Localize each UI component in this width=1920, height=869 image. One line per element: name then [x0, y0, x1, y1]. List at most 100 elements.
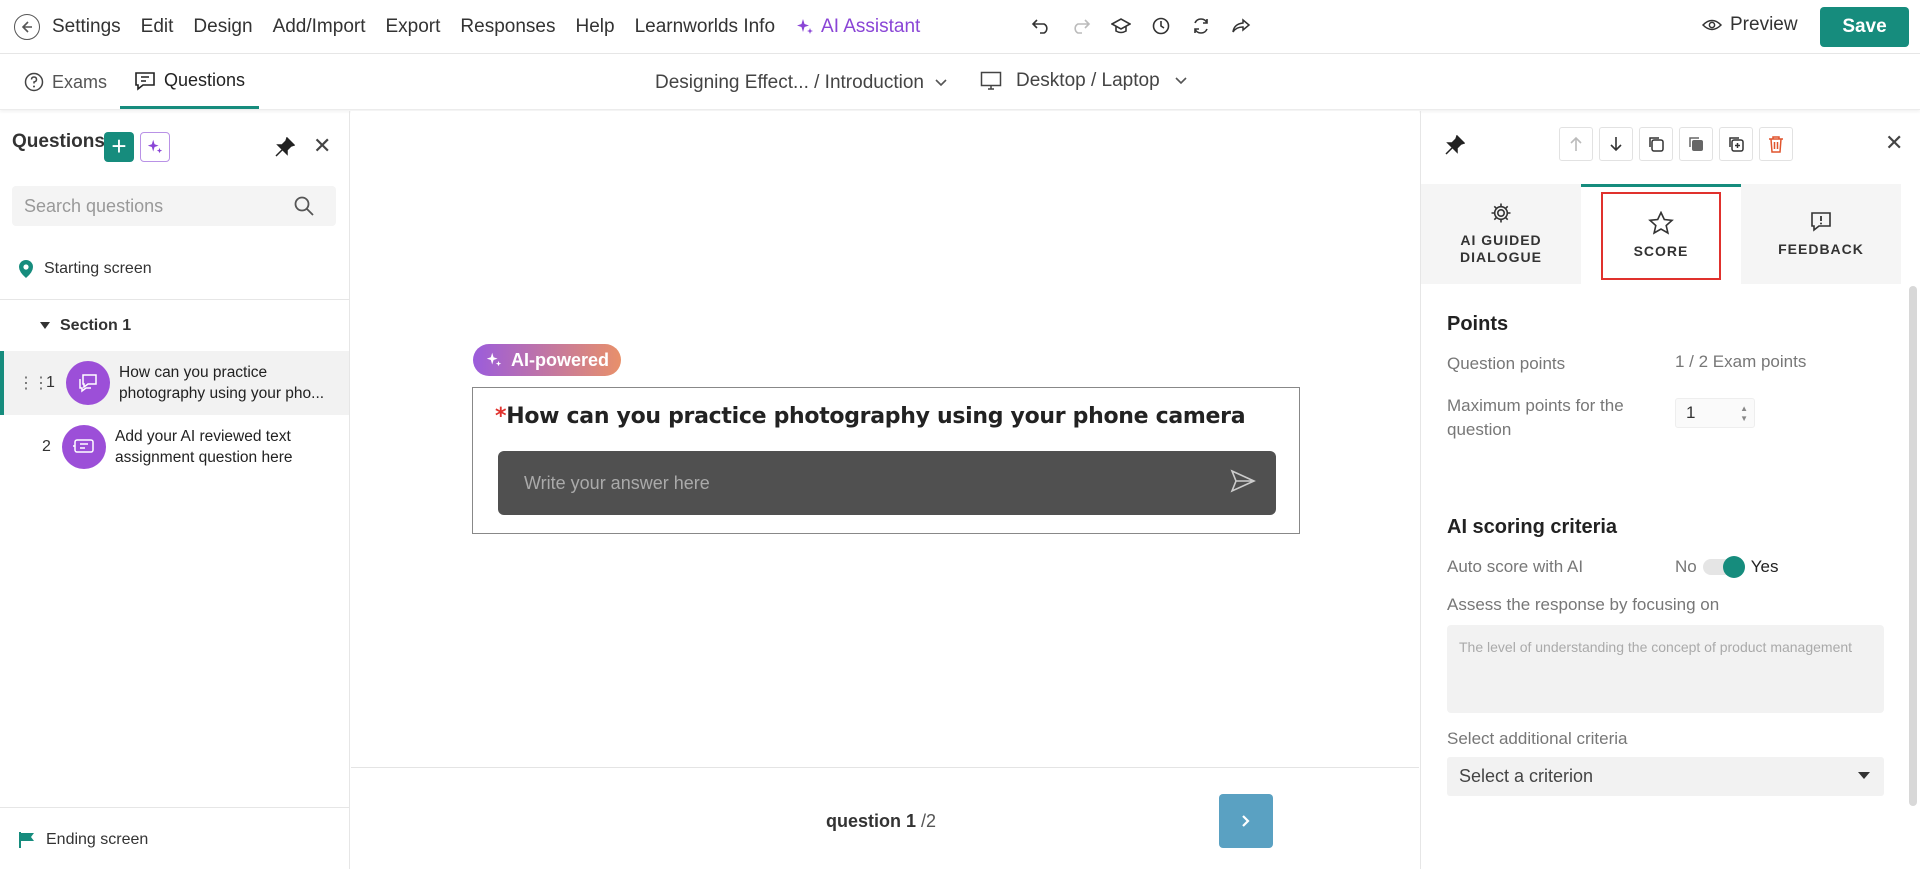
- copy-icon[interactable]: [1639, 127, 1673, 161]
- question-canvas: AI-powered *How can you practice photogr…: [351, 111, 1419, 869]
- question-points-value: 1 / 2 Exam points: [1675, 352, 1807, 371]
- menu-responses[interactable]: Responses: [460, 16, 555, 38]
- chevron-down-icon: [1175, 77, 1187, 85]
- move-up-icon[interactable]: [1559, 127, 1593, 161]
- save-button[interactable]: Save: [1820, 7, 1909, 47]
- pin-icon[interactable]: [1445, 134, 1466, 160]
- drag-handle-icon[interactable]: ⋮⋮: [18, 373, 49, 393]
- back-arrow-icon[interactable]: [14, 13, 40, 40]
- tab-questions[interactable]: Questions: [120, 55, 260, 109]
- starting-screen-item[interactable]: Starting screen: [18, 259, 152, 279]
- sub-navigation-bar: Exams Questions Designing Effect... / In…: [0, 55, 1920, 110]
- menu-export[interactable]: Export: [386, 16, 441, 38]
- question-number: 1: [46, 374, 55, 391]
- undo-icon[interactable]: [1030, 13, 1052, 39]
- assess-label: Assess the response by focusing on: [1447, 595, 1720, 614]
- trash-icon[interactable]: [1759, 127, 1793, 161]
- question-settings-panel: ✕ AI GUIDED DIALOGUE SCORE FEEDBACK Poin…: [1420, 111, 1920, 869]
- max-points-value: 1: [1686, 403, 1696, 422]
- ai-generate-button[interactable]: [140, 132, 170, 162]
- gear-icon: [1491, 203, 1511, 223]
- question-circle-icon: [24, 72, 44, 92]
- add-question-button[interactable]: +: [104, 132, 134, 162]
- auto-score-toggle[interactable]: [1702, 556, 1745, 578]
- search-input[interactable]: [24, 195, 294, 217]
- tab-feedback-label: FEEDBACK: [1778, 240, 1864, 257]
- tab-ai-guided-dialogue[interactable]: AI GUIDED DIALOGUE: [1421, 184, 1581, 284]
- max-points-row: Maximum points for the question 1 ▲ ▼: [1447, 394, 1887, 442]
- tab-feedback[interactable]: FEEDBACK: [1741, 184, 1901, 284]
- menu-help[interactable]: Help: [575, 16, 614, 38]
- graduation-cap-icon[interactable]: [1110, 13, 1132, 39]
- toggle-yes-label: Yes: [1750, 557, 1779, 576]
- question-card[interactable]: *How can you practice photography using …: [472, 387, 1300, 534]
- max-points-label: Maximum points for the question: [1447, 396, 1624, 439]
- question-number: 2: [42, 438, 51, 455]
- ai-powered-badge: AI-powered: [473, 344, 622, 376]
- clock-icon[interactable]: [1150, 13, 1172, 39]
- question-title: Add your AI reviewed text assignment que…: [115, 428, 293, 466]
- tab-questions-label: Questions: [164, 70, 246, 90]
- menu-design[interactable]: Design: [193, 16, 252, 38]
- ai-scoring-heading: AI scoring criteria: [1447, 516, 1618, 538]
- panel-title: Questions: [12, 131, 105, 152]
- location-pin-icon: [19, 260, 33, 278]
- send-icon[interactable]: [1230, 469, 1256, 493]
- menu-add-import[interactable]: Add/Import: [273, 16, 366, 38]
- starting-screen-label: Starting screen: [44, 260, 152, 277]
- scrollbar[interactable]: [1909, 286, 1917, 806]
- pin-icon[interactable]: [275, 136, 296, 162]
- settings-tabs: AI GUIDED DIALOGUE SCORE FEEDBACK: [1421, 184, 1901, 284]
- tab-exams[interactable]: Exams: [24, 55, 107, 109]
- list-item[interactable]: ⋮⋮ 1 How can you practice photography us…: [0, 351, 349, 415]
- menu-settings[interactable]: Settings: [52, 16, 121, 38]
- search-icon[interactable]: [294, 196, 314, 216]
- criterion-select[interactable]: Select a criterion: [1447, 757, 1884, 796]
- move-down-icon[interactable]: [1599, 127, 1633, 161]
- star-icon: [1648, 211, 1674, 235]
- refresh-icon[interactable]: [1190, 13, 1212, 39]
- tab-score[interactable]: SCORE: [1581, 184, 1741, 284]
- additional-criteria-label: Select additional criteria: [1447, 729, 1628, 748]
- sparkle-icon: [147, 139, 163, 154]
- breadcrumb-dropdown[interactable]: Designing Effect... / Introduction: [655, 72, 948, 94]
- add-copy-icon[interactable]: [1719, 127, 1753, 161]
- assess-criteria-textarea[interactable]: The level of understanding the concept o…: [1447, 625, 1884, 713]
- answer-input[interactable]: [524, 472, 1214, 494]
- duplicate-icon[interactable]: [1679, 127, 1713, 161]
- close-icon[interactable]: ✕: [313, 135, 331, 157]
- tab-ai-guided-dialogue-label: AI GUIDED DIALOGUE: [1460, 232, 1542, 265]
- list-item[interactable]: 2 Add your AI reviewed text assignment q…: [0, 415, 349, 479]
- ending-screen-item[interactable]: Ending screen: [0, 807, 349, 869]
- criterion-select-value: Select a criterion: [1459, 766, 1594, 786]
- ai-powered-label: AI-powered: [511, 349, 610, 370]
- preview-button[interactable]: Preview: [1702, 14, 1798, 36]
- text-assignment-question-icon: [62, 425, 106, 469]
- assess-row: Assess the response by focusing on: [1447, 595, 1887, 615]
- search-box: [12, 186, 336, 226]
- spinner-arrows-icon[interactable]: ▲ ▼: [1740, 404, 1748, 424]
- toggle-knob: [1722, 556, 1745, 578]
- question-points-row: Question points 1 / 2 Exam points: [1447, 352, 1887, 376]
- redo-icon[interactable]: [1070, 13, 1092, 39]
- points-heading: Points: [1447, 313, 1509, 335]
- score-tab-highlight: SCORE: [1601, 191, 1721, 280]
- required-mark: *: [495, 404, 507, 429]
- divider: [0, 299, 350, 300]
- main-menu: Settings Edit Design Add/Import Export R…: [52, 16, 940, 38]
- device-dropdown[interactable]: Desktop / Laptop: [980, 70, 1188, 92]
- menu-ai-assistant[interactable]: AI Assistant: [795, 16, 920, 38]
- max-points-stepper[interactable]: 1 ▲ ▼: [1675, 398, 1755, 428]
- section-header[interactable]: Section 1: [40, 317, 131, 335]
- questions-panel: Questions + ✕ Starting screen Section 1 …: [0, 111, 350, 869]
- close-icon[interactable]: ✕: [1885, 132, 1903, 154]
- preview-label: Preview: [1730, 14, 1798, 35]
- tab-score-label: SCORE: [1633, 243, 1689, 259]
- auto-score-label: Auto score with AI: [1447, 557, 1584, 576]
- next-question-button[interactable]: [1219, 794, 1273, 848]
- menu-learnworlds-info[interactable]: Learnworlds Info: [635, 16, 775, 38]
- menu-edit[interactable]: Edit: [141, 16, 174, 38]
- device-label: Desktop / Laptop: [1016, 70, 1160, 91]
- score-settings: Points Question points 1 / 2 Exam points…: [1447, 313, 1887, 796]
- share-icon[interactable]: [1230, 13, 1252, 39]
